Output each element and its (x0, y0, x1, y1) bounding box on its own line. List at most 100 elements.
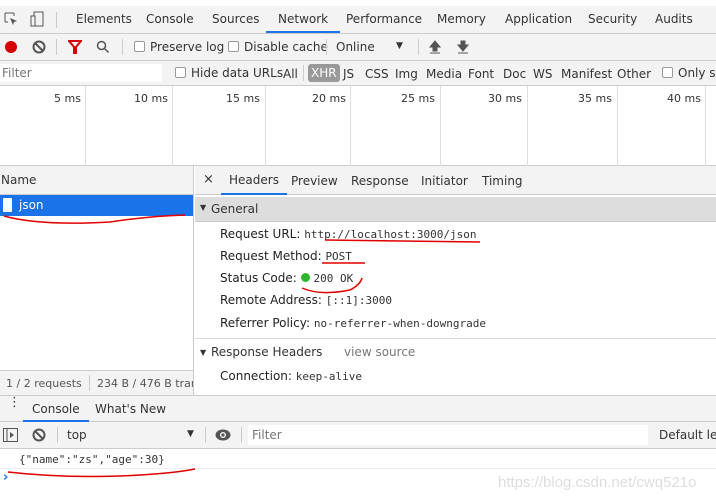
type-xhr[interactable]: XHR (308, 64, 340, 82)
tab-timing[interactable]: Timing (482, 174, 523, 188)
console-output-line: {"name":"zs","age":30} (19, 453, 165, 466)
tab-response[interactable]: Response (351, 174, 409, 188)
header-label: Request Method: (220, 249, 322, 263)
timeline-tick: 30 ms (488, 92, 522, 105)
drawer-tab-whats-new[interactable]: What's New (95, 402, 166, 416)
timeline-tick: 20 ms (312, 92, 346, 105)
disable-cache-checkbox[interactable]: Disable cache (228, 40, 328, 54)
context-value: top (67, 428, 87, 442)
transfer-size: 234 B / 476 B tran (97, 377, 193, 390)
drawer-tab-console[interactable]: Console (23, 396, 89, 422)
details-tab-bar: × Headers Preview Response Initiator Tim… (195, 166, 716, 195)
network-toolbar: Preserve log Disable cache Online ▼ (0, 34, 716, 61)
live-expression-eye-icon[interactable] (215, 429, 231, 441)
collapse-triangle-icon: ▼ (200, 203, 207, 212)
hide-data-urls-checkbox[interactable]: Hide data URLs (175, 66, 283, 80)
connection-row: Connection: keep-alive (220, 369, 362, 383)
preserve-log-checkbox[interactable]: Preserve log (134, 40, 224, 54)
tab-preview[interactable]: Preview (291, 174, 338, 188)
remote-address-row: Remote Address: [::1]:3000 (220, 293, 392, 307)
tab-memory[interactable]: Memory (437, 6, 486, 33)
throttling-select[interactable]: Online ▼ (336, 40, 410, 54)
console-prompt[interactable]: › (3, 470, 8, 485)
only-show-checkbox[interactable]: Only sh (662, 66, 716, 80)
console-filter-input[interactable] (248, 425, 648, 445)
status-code-row: Status Code: 200 OK (220, 271, 353, 285)
request-name: json (19, 198, 44, 212)
header-label: Status Code: (220, 271, 297, 285)
type-font[interactable]: Font (468, 67, 494, 81)
context-select[interactable]: top ▼ (67, 428, 197, 442)
view-source-link[interactable]: view source (344, 345, 415, 359)
inspect-element-icon[interactable] (4, 12, 18, 26)
request-row[interactable]: json (0, 195, 193, 216)
request-list: Name json 1 / 2 requests 234 B / 476 B t… (0, 166, 194, 395)
main-tab-bar: Elements Console Sources Network Perform… (0, 6, 716, 34)
request-url-row: Request URL: http://localhost:3000/json (220, 227, 476, 241)
tab-sources[interactable]: Sources (212, 6, 259, 33)
type-ws[interactable]: WS (533, 67, 552, 81)
header-value: POST (325, 250, 352, 263)
filter-icon[interactable] (68, 40, 82, 54)
import-har-icon[interactable] (429, 40, 441, 54)
throttle-value: Online (336, 40, 375, 54)
general-title: General (211, 202, 259, 216)
name-column-header[interactable]: Name (0, 166, 193, 195)
type-other[interactable]: Other (617, 67, 651, 81)
referrer-policy-row: Referrer Policy: no-referrer-when-downgr… (220, 316, 486, 330)
header-value: 200 OK (313, 272, 354, 285)
collapse-triangle-icon: ▼ (200, 348, 207, 357)
only-show-label: Only sh (678, 66, 716, 80)
timeline-tick: 15 ms (226, 92, 260, 105)
header-label: Connection: (220, 369, 292, 383)
type-media[interactable]: Media (426, 67, 462, 81)
filter-input[interactable] (0, 64, 162, 82)
tab-application[interactable]: Application (505, 6, 572, 33)
export-har-icon[interactable] (457, 40, 469, 54)
timeline-tick: 35 ms (578, 92, 612, 105)
response-headers-section-header[interactable]: ▼ Response Headers view source (195, 344, 716, 364)
tab-initiator[interactable]: Initiator (421, 174, 468, 188)
header-value: http://localhost:3000/json (304, 228, 477, 241)
tab-headers[interactable]: Headers (221, 166, 287, 195)
dropdown-arrow-icon: ▼ (187, 429, 194, 439)
header-label: Remote Address: (220, 293, 322, 307)
response-headers-title: Response Headers (211, 345, 323, 359)
type-doc[interactable]: Doc (503, 67, 526, 81)
drawer-tab-bar: ⋮ Console What's New (0, 395, 716, 422)
type-img[interactable]: Img (395, 67, 418, 81)
tab-security[interactable]: Security (588, 6, 637, 33)
type-all[interactable]: All (283, 67, 298, 81)
general-section-header[interactable]: ▼ General (195, 197, 716, 222)
header-label: Request URL: (220, 227, 301, 241)
request-method-row: Request Method: POST (220, 249, 352, 263)
tab-console[interactable]: Console (146, 6, 194, 33)
tab-audits[interactable]: Audits (655, 6, 693, 33)
tab-elements[interactable]: Elements (76, 6, 132, 33)
record-icon[interactable] (5, 41, 17, 53)
tab-performance[interactable]: Performance (346, 6, 422, 33)
console-toolbar: top ▼ Default lev (0, 422, 716, 449)
device-toolbar-icon[interactable] (30, 11, 44, 27)
filter-bar: Hide data URLs All XHR JS CSS Img Media … (0, 61, 716, 86)
sidebar-toggle-icon[interactable] (3, 428, 18, 442)
disable-cache-label: Disable cache (244, 40, 328, 54)
type-css[interactable]: CSS (365, 67, 389, 81)
header-value: no-referrer-when-downgrade (313, 317, 487, 330)
document-icon (3, 198, 12, 212)
search-icon[interactable] (96, 40, 110, 54)
header-value: [::1]:3000 (325, 294, 393, 307)
more-menu-icon[interactable]: ⋮ (8, 396, 21, 409)
type-js[interactable]: JS (343, 67, 354, 81)
timeline-tick: 25 ms (401, 92, 435, 105)
close-icon[interactable]: × (203, 172, 214, 187)
type-manifest[interactable]: Manifest (561, 67, 612, 81)
watermark: https://blog.csdn.net/cwq521o (498, 474, 697, 491)
header-value: keep-alive (295, 370, 363, 383)
clear-icon[interactable] (32, 40, 46, 54)
tab-network[interactable]: Network (266, 6, 341, 33)
timeline-tick: 5 ms (54, 92, 81, 105)
preserve-log-label: Preserve log (150, 40, 225, 54)
clear-console-icon[interactable] (32, 428, 46, 442)
log-levels-select[interactable]: Default lev (659, 428, 716, 442)
